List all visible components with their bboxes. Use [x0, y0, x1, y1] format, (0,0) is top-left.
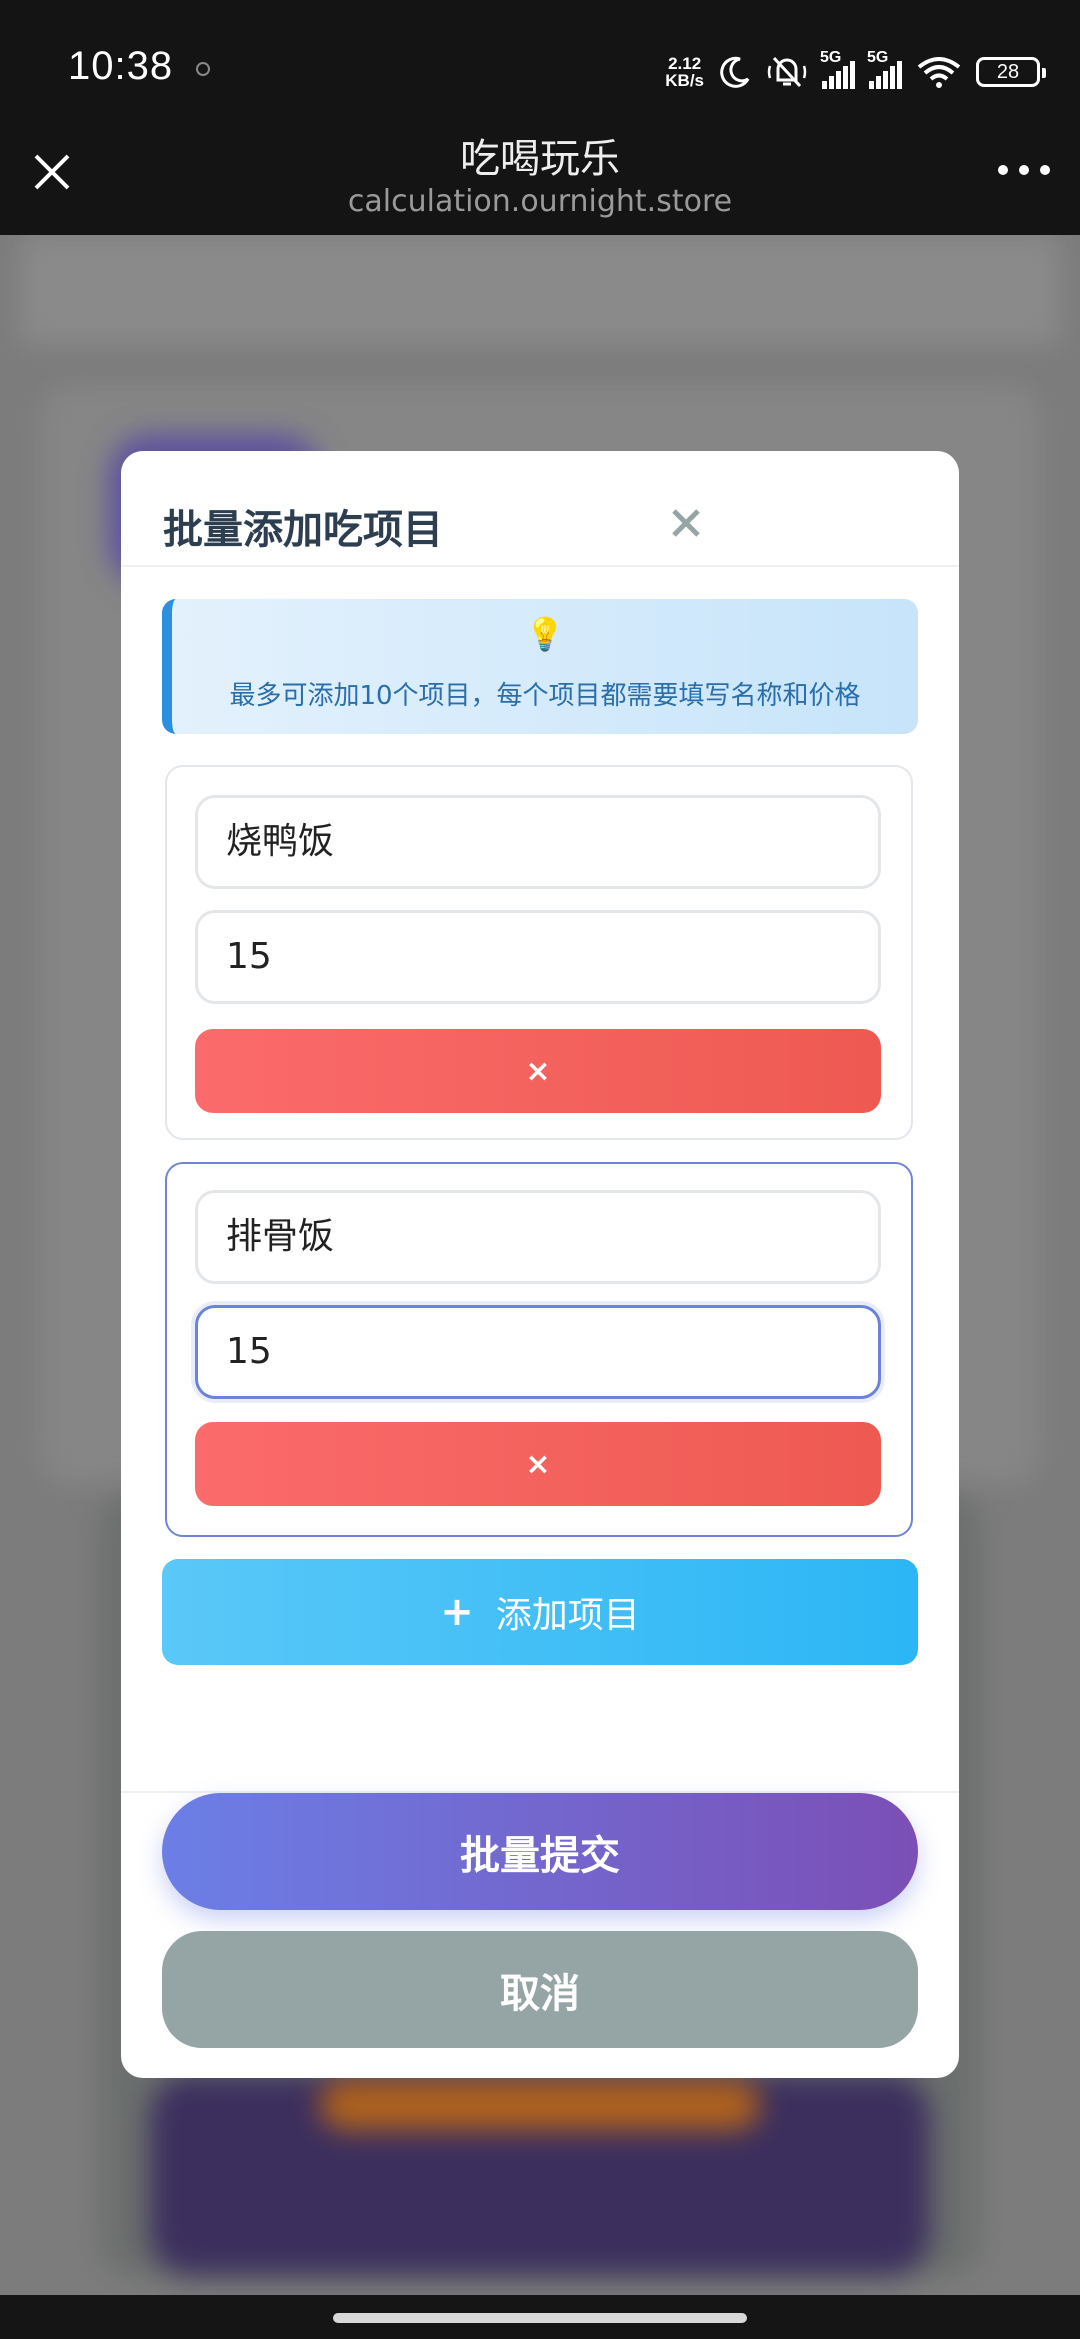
screen: 10:38 2.12 KB/s 5G 5G 28 吃喝玩乐 calculatio… — [0, 0, 1080, 2339]
dnd-moon-icon — [718, 55, 752, 89]
nav-bar — [0, 2295, 1080, 2339]
net-speed: 2.12 KB/s — [665, 54, 704, 90]
signal-icon: 5G — [867, 49, 902, 89]
delete-item-button[interactable]: × — [195, 1422, 881, 1506]
item-card: 烧鸭饭 15 × — [165, 765, 913, 1140]
item-price-input[interactable]: 15 — [195, 1305, 881, 1399]
status-bar: 10:38 2.12 KB/s 5G 5G 28 — [0, 0, 1080, 140]
batch-submit-button[interactable]: 批量提交 — [162, 1793, 918, 1910]
tip-text: 最多可添加10个项目，每个项目都需要填写名称和价格 — [229, 681, 861, 711]
notification-icon — [196, 62, 210, 76]
close-icon: × — [525, 1446, 551, 1482]
item-card: 排骨饭 15 × — [165, 1162, 913, 1537]
battery-icon: 28 — [976, 57, 1046, 87]
item-name-input[interactable]: 烧鸭饭 — [195, 795, 881, 889]
more-dots-icon[interactable] — [998, 158, 1050, 182]
page-title: 吃喝玩乐 — [460, 136, 620, 182]
item-price-input[interactable]: 15 — [195, 910, 881, 1004]
cancel-button[interactable]: 取消 — [162, 1931, 918, 2048]
batch-add-dialog: 批量添加吃项目 💡 最多可添加10个项目，每个项目都需要填写名称和价格 烧鸭饭 … — [121, 451, 959, 2078]
lightbulb-icon: 💡 — [525, 615, 565, 653]
plus-icon: + — [440, 1589, 474, 1635]
add-item-label: 添加项目 — [495, 1595, 640, 1636]
close-icon: × — [525, 1053, 551, 1089]
item-name-input[interactable]: 排骨饭 — [195, 1190, 881, 1284]
dialog-header: 批量添加吃项目 — [121, 451, 959, 567]
browser-header: 吃喝玩乐 calculation.ournight.store — [0, 136, 1080, 235]
close-icon[interactable] — [666, 503, 706, 543]
add-item-button[interactable]: + 添加项目 — [162, 1559, 918, 1665]
signal-icon: 5G — [820, 49, 855, 89]
info-tip: 💡 最多可添加10个项目，每个项目都需要填写名称和价格 — [162, 599, 918, 734]
home-indicator[interactable] — [333, 2313, 747, 2323]
mute-bell-icon — [766, 54, 808, 90]
status-icons: 2.12 KB/s 5G 5G 28 — [665, 48, 1046, 96]
page-url: calculation.ournight.store — [347, 184, 733, 219]
dialog-title: 批量添加吃项目 — [163, 507, 443, 553]
wifi-icon — [916, 55, 962, 89]
status-time: 10:38 — [68, 44, 174, 88]
delete-item-button[interactable]: × — [195, 1029, 881, 1113]
